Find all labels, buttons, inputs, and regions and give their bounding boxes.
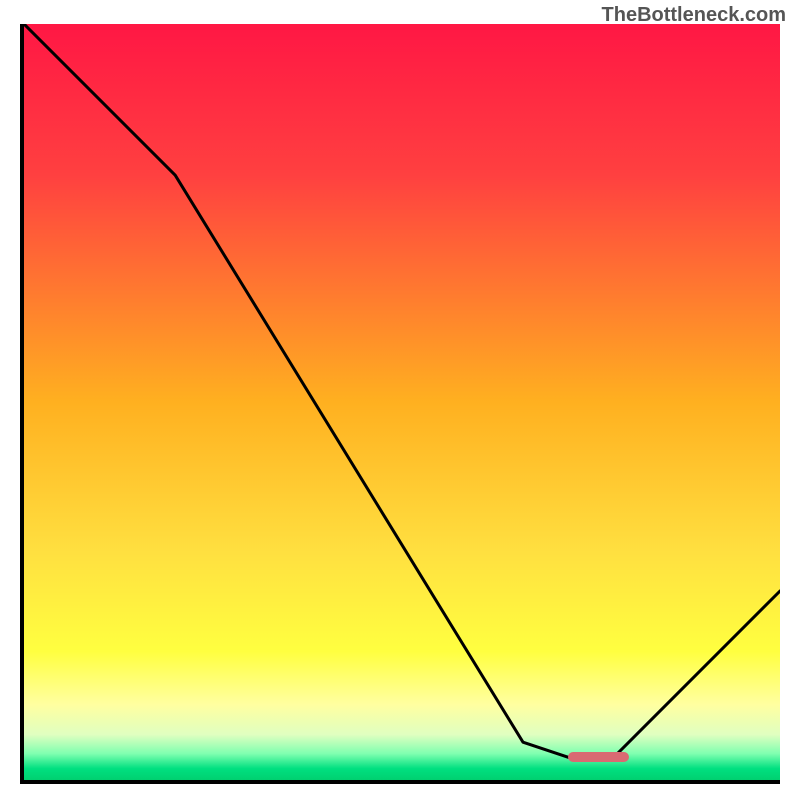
bottleneck-curve [24, 24, 780, 780]
optimal-range-marker [568, 752, 628, 762]
chart-container: TheBottleneck.com [0, 0, 800, 800]
plot-area [20, 24, 780, 784]
